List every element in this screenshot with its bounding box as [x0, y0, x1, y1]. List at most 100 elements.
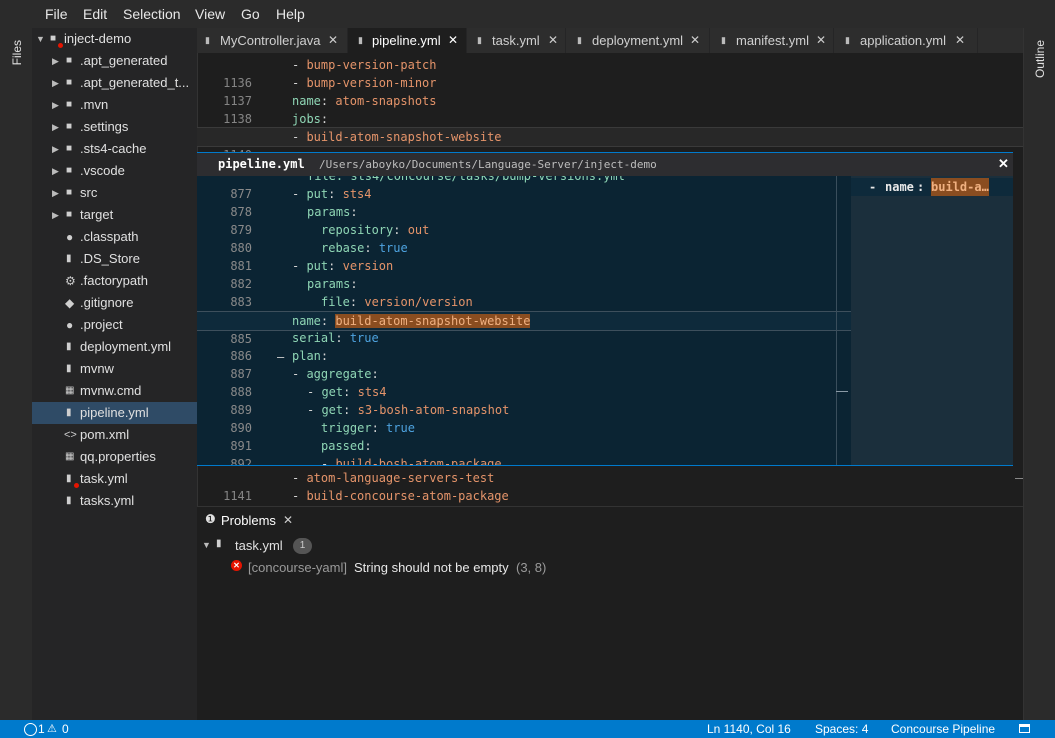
layout-icon[interactable] [1019, 724, 1030, 733]
tree-item[interactable]: ▮ tasks.yml [32, 490, 197, 512]
tree-root-inject-demo[interactable]: ▼ ■ inject-demo [32, 28, 197, 50]
error-count-icon [24, 723, 37, 736]
yaml-file-icon: ▮ [216, 538, 222, 549]
tree-item[interactable]: ▶ ■ .mvn [32, 94, 197, 116]
tree-item[interactable]: ▶ ■ .settings [32, 116, 197, 138]
file-icon: ▮ [205, 35, 210, 45]
editor-tabs: ▮ MyController.java ✕ ▮ pipeline.yml ✕ ▮… [197, 28, 1023, 53]
tree-item[interactable]: ▶ ■ .vscode [32, 160, 197, 182]
highlighted-symbol: build-atom-snapshot-website [335, 314, 531, 328]
error-count[interactable]: 1 [38, 722, 45, 736]
file-icon: ▮ [66, 253, 72, 264]
code-line[interactable]: 1139 jobs: [197, 110, 1023, 144]
code-line[interactable]: 1136 - bump-version-patch [197, 56, 1023, 90]
yaml-file-icon: ▮ [66, 473, 72, 484]
tree-item[interactable]: ▦ qq.properties [32, 446, 197, 468]
yaml-file-icon: ▮ [845, 35, 850, 45]
yaml-file-icon: ▮ [577, 35, 582, 45]
indentation[interactable]: Spaces: 4 [815, 722, 868, 736]
menu-go[interactable]: Go [241, 6, 260, 22]
menu-help[interactable]: Help [276, 6, 305, 22]
files-panel-toggle[interactable]: Files [10, 40, 24, 65]
left-activity-bar: Files [0, 28, 32, 720]
code-line-current[interactable]: 1140 - build-atom-snapshot-website [197, 127, 1023, 162]
chevron-right-icon: ▶ [52, 78, 59, 88]
tree-item[interactable]: ▶ ■ .apt_generated_t... [32, 72, 197, 94]
problem-item[interactable]: ✕ [concourse-yaml] String should not be … [197, 557, 1023, 579]
close-icon[interactable]: ✕ [283, 513, 293, 527]
yaml-file-icon: ▮ [477, 35, 482, 45]
tree-item[interactable]: ▮ task.yml [32, 468, 197, 490]
menu-view[interactable]: View [195, 6, 225, 22]
folder-icon: ■ [66, 121, 73, 132]
menu-edit[interactable]: Edit [83, 6, 107, 22]
folder-icon: ■ [66, 143, 73, 154]
warning-count[interactable]: 0 [62, 722, 69, 736]
tree-item[interactable]: ▦ mvnw.cmd [32, 380, 197, 402]
tree-item[interactable]: ⚙ .factorypath [32, 270, 197, 292]
outline-panel-toggle[interactable]: Outline [1033, 40, 1047, 78]
menu-file[interactable]: File [45, 6, 68, 22]
chevron-down-icon: ▼ [36, 34, 45, 44]
peek-file-path: /Users/aboyko/Documents/Language-Server/… [319, 158, 657, 171]
close-icon[interactable]: ✕ [548, 28, 558, 53]
language-mode[interactable]: Concourse Pipeline [891, 722, 995, 736]
close-icon[interactable]: ✕ [955, 28, 965, 53]
code-line: 877 file: sts4/concourse/tasks/bump-vers… [230, 176, 625, 201]
close-icon[interactable]: ✕ [690, 28, 700, 53]
peek-editor[interactable]: 877 file: sts4/concourse/tasks/bump-vers… [197, 176, 851, 465]
code-line[interactable]: 1138 – name: atom-snapshots [197, 92, 1023, 144]
tab-task-yml[interactable]: ▮ task.yml ✕ [467, 28, 566, 53]
tab-problems[interactable]: ❶ Problems ✕ [197, 509, 307, 533]
properties-file-icon: ▦ [65, 451, 75, 462]
tree-item[interactable]: ▶ ■ .apt_generated [32, 50, 197, 72]
code-line: 892 passed: [230, 439, 372, 465]
cursor-position[interactable]: Ln 1140, Col 16 [707, 722, 791, 736]
reference-item[interactable]: - name : build-a… [851, 178, 1013, 196]
code-line: 889 - get: sts4 [230, 385, 387, 417]
tab-manifest-yml[interactable]: ▮ manifest.yml ✕ [710, 28, 834, 53]
tree-item[interactable]: ● .classpath [32, 226, 197, 248]
menu-bar: File Edit Selection View Go Help [0, 0, 1055, 28]
close-icon[interactable]: ✕ [328, 28, 338, 53]
tab-mycontroller-java[interactable]: ▮ MyController.java ✕ [197, 28, 348, 53]
tree-item[interactable]: ▶ ■ .sts4-cache [32, 138, 197, 160]
tab-deployment-yml[interactable]: ▮ deployment.yml ✕ [566, 28, 710, 53]
code-line: 893 - build-bosh-atom-package [321, 457, 502, 465]
code-line: 880 repository: out [230, 223, 430, 255]
peek-close-button[interactable]: ✕ [998, 156, 1009, 172]
peek-scrollbar[interactable] [836, 176, 837, 465]
tree-item[interactable]: ▶ ■ src [32, 182, 197, 204]
close-icon[interactable]: ✕ [816, 28, 826, 53]
code-line[interactable]: 1142 - build-concourse-atom-package [197, 487, 1023, 521]
code-line: 884 file: version/version [230, 295, 473, 327]
folder-icon: ■ [66, 209, 73, 220]
tab-pipeline-yml[interactable]: ▮ pipeline.yml ✕ [348, 28, 467, 53]
close-icon[interactable]: ✕ [448, 28, 458, 53]
folder-icon: ■ [66, 77, 73, 88]
tree-item-selected[interactable]: ▮ pipeline.yml [32, 402, 197, 424]
yaml-file-icon: ▮ [358, 35, 363, 45]
chevron-right-icon: ▶ [52, 100, 59, 110]
chevron-right-icon: ▶ [52, 144, 59, 154]
tree-item[interactable]: ▶ ■ target [32, 204, 197, 226]
tree-item[interactable]: ◆ .gitignore [32, 292, 197, 314]
code-line: 886 serial: true [230, 331, 379, 363]
problem-file-row[interactable]: ▼ ▮ task.yml 1 [197, 535, 1023, 557]
code-icon: <> [64, 429, 77, 441]
tree-item[interactable]: ▮ deployment.yml [32, 336, 197, 358]
tree-item[interactable]: <> pom.xml [32, 424, 197, 446]
chevron-down-icon: ▼ [202, 540, 211, 550]
file-explorer: ▼ ■ inject-demo ▶ ■ .apt_generated ▶ ■ .apt_… [32, 28, 198, 720]
menu-selection[interactable]: Selection [123, 6, 181, 22]
code-line: 878 - put: sts4 [230, 187, 372, 219]
tree-item[interactable]: ▮ mvnw [32, 358, 197, 380]
right-activity-bar: Outline [1023, 28, 1055, 720]
tree-item[interactable]: ● .project [32, 314, 197, 336]
tab-application-yml[interactable]: ▮ application.yml ✕ [834, 28, 978, 53]
code-line[interactable]: 1137 - bump-version-minor [197, 74, 1023, 108]
code-line-target: 885 – name: build-atom-snapshot-website [197, 311, 851, 364]
folder-icon: ■ [66, 165, 73, 176]
code-line[interactable]: 1141 - atom-language-servers-test [197, 469, 1023, 503]
tree-item[interactable]: ▮ .DS_Store [32, 248, 197, 270]
